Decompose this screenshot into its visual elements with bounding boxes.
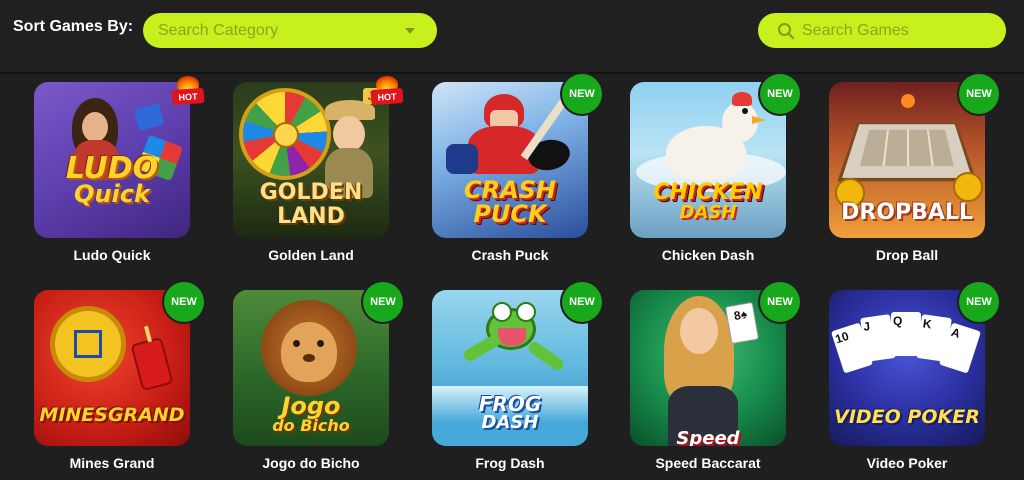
game-title[interactable]: Speed Baccarat [610,455,806,471]
hot-badge-label: HOT [370,87,404,106]
new-badge: NEW [760,74,800,114]
new-badge: NEW [562,282,602,322]
game-title[interactable]: Video Poker [809,455,1005,471]
game-title[interactable]: Crash Puck [412,247,608,263]
game-grid: LUDO Quick HOT Ludo Quick J GOLDEN LAND … [0,0,1024,480]
game-logo-sub: PUCK [473,200,547,228]
game-title[interactable]: Ludo Quick [14,247,210,263]
game-logo: FROG [478,392,542,416]
game-title[interactable]: Chicken Dash [610,247,806,263]
game-logo-sub: LAND [277,204,345,229]
game-logo: VIDEO POKER [834,406,980,428]
new-badge: NEW [760,282,800,322]
new-badge: NEW [164,282,204,322]
game-logo-sub: DASH [481,412,539,433]
game-thumbnail[interactable]: LUDO Quick [34,82,190,238]
game-title[interactable]: Golden Land [213,247,409,263]
game-title[interactable]: Jogo do Bicho [213,455,409,471]
game-logo: DROPBALL [841,200,973,225]
game-title[interactable]: Frog Dash [412,455,608,471]
hot-badge: HOT [370,76,404,106]
new-badge: NEW [363,282,403,322]
new-badge: NEW [959,74,999,114]
game-logo: Speed [676,428,740,447]
hot-badge: HOT [171,76,205,106]
game-logo-sub: DASH [679,202,737,223]
game-logo-sub: Quick [74,180,150,208]
new-badge: NEW [959,282,999,322]
game-title[interactable]: Mines Grand [14,455,210,471]
game-logo: MINESGRAND [39,404,185,426]
game-logo: CHICKEN [653,180,763,205]
game-logo: Jogo [281,392,341,420]
new-badge: NEW [562,74,602,114]
hot-badge-label: HOT [171,87,205,106]
game-thumbnail[interactable]: J GOLDEN LAND [233,82,389,238]
game-logo: GOLDEN [259,180,363,205]
game-title[interactable]: Drop Ball [809,247,1005,263]
game-logo-sub: do Bicho [272,416,350,435]
game-logo: CRASH [463,176,557,204]
